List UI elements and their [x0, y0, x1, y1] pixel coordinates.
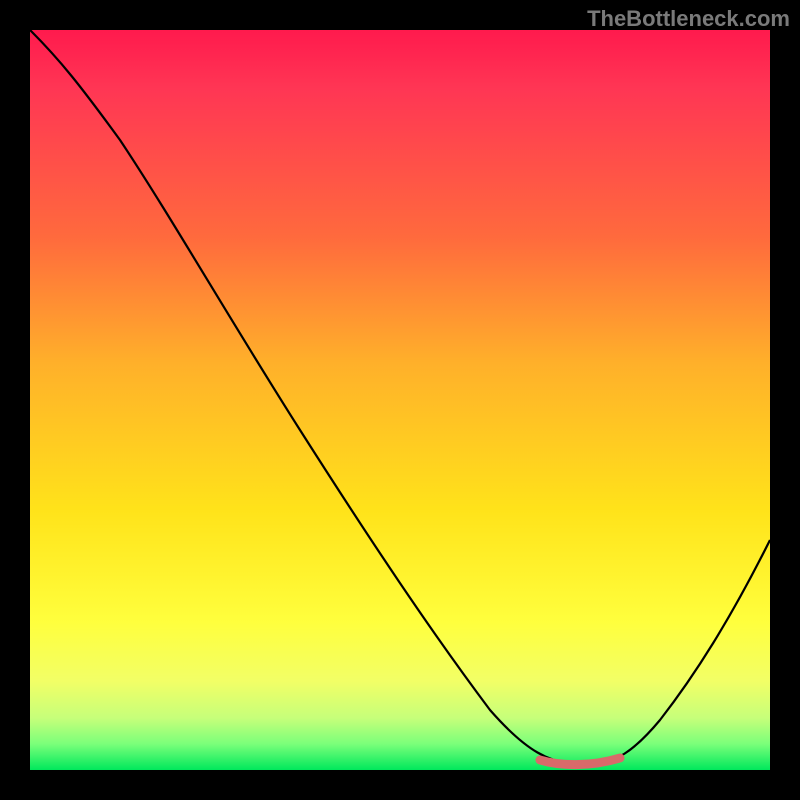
watermark: TheBottleneck.com — [587, 6, 790, 32]
bottleneck-curve — [30, 30, 770, 765]
curve-svg — [30, 30, 770, 770]
highlight-segment — [540, 758, 620, 765]
